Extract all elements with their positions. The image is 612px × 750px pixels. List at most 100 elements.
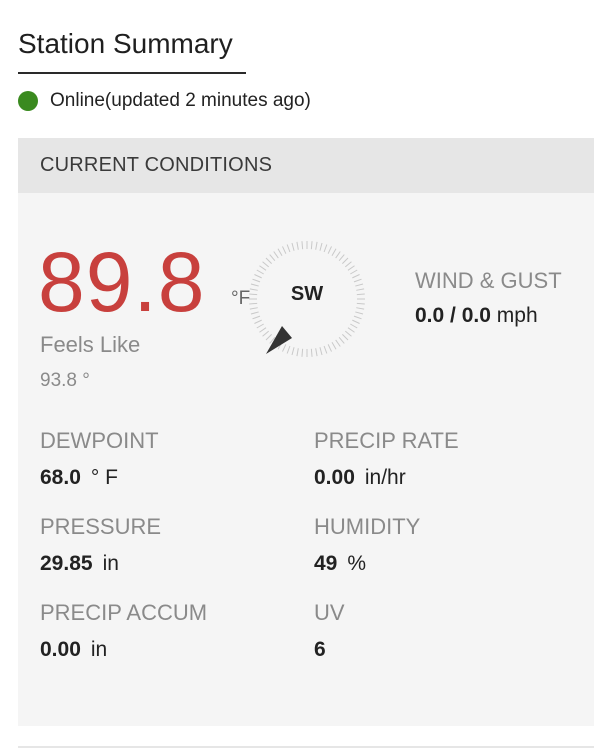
- metric-uv: UV 6: [314, 600, 345, 662]
- compass-tick: [269, 254, 276, 262]
- station-status: Online(updated 2 minutes ago): [18, 90, 311, 112]
- compass-tick: [282, 246, 287, 254]
- metric-label: PRECIP ACCUM: [40, 600, 208, 625]
- compass-tick: [265, 334, 272, 341]
- metric-number: 49: [314, 552, 338, 575]
- metric-unit: %: [347, 552, 367, 575]
- metric-label: HUMIDITY: [314, 514, 421, 539]
- compass-tick: [262, 261, 270, 268]
- feels-like-label: Feels Like: [40, 332, 141, 357]
- compass-tick: [319, 242, 323, 251]
- metric-label: DEWPOINT: [40, 428, 159, 453]
- wind-direction-label: SW: [290, 283, 324, 305]
- temperature-value: 89.8: [38, 235, 206, 329]
- compass-tick: [338, 254, 345, 262]
- compass-tick: [256, 269, 264, 275]
- compass-tick: [342, 257, 349, 264]
- metric-precip-rate: PRECIP RATE 0.00 in/hr: [314, 428, 459, 490]
- page-title: Station Summary: [18, 28, 233, 59]
- compass-tick: [250, 311, 259, 315]
- metric-value: 68.0 ° F: [40, 466, 159, 490]
- wind-separator: /: [444, 304, 462, 327]
- compass-tick: [315, 348, 318, 357]
- compass-tick: [277, 248, 283, 256]
- title-underline: [18, 72, 246, 74]
- wind-gust-value: 0.0 / 0.0 mph: [415, 304, 538, 328]
- compass-tick: [347, 265, 355, 271]
- wind-unit: mph: [496, 304, 538, 327]
- compass-tick: [254, 319, 262, 324]
- compass-tick: [352, 319, 360, 324]
- compass-tick: [350, 323, 358, 329]
- compass-tick: [319, 347, 323, 356]
- metric-dewpoint: DEWPOINT 68.0 ° F: [40, 428, 159, 490]
- compass-tick: [344, 330, 352, 337]
- compass-tick: [331, 248, 337, 256]
- compass-tick: [352, 274, 360, 279]
- metric-precip-accum: PRECIP ACCUM 0.00 in: [40, 600, 207, 662]
- metric-number: 0.00: [40, 638, 81, 661]
- metric-value: 29.85 in: [40, 552, 161, 576]
- compass-tick: [353, 315, 362, 320]
- compass-tick: [338, 336, 345, 344]
- compass-tick: [327, 246, 332, 254]
- compass-tick: [342, 334, 349, 341]
- compass-tick: [256, 323, 264, 329]
- compass-tick: [282, 344, 287, 352]
- feels-like-value: 93.8 °: [40, 370, 90, 391]
- wind-gust-label: WIND & GUST: [415, 268, 562, 293]
- compass-tick: [331, 342, 337, 350]
- card-header: CURRENT CONDITIONS: [18, 138, 594, 193]
- metric-unit: in/hr: [364, 466, 406, 489]
- status-text: Online(updated 2 minutes ago): [50, 90, 311, 111]
- wind-speed: 0.0: [415, 304, 445, 327]
- compass-tick: [323, 244, 328, 253]
- compass-tick: [286, 345, 291, 354]
- metric-value: 0.00 in: [40, 638, 207, 662]
- metric-number: 68.0: [40, 466, 81, 489]
- metric-humidity: HUMIDITY 49%: [314, 514, 420, 576]
- current-conditions-card: CURRENT CONDITIONS 89.8 °F Feels Like 93…: [18, 138, 594, 726]
- metric-label: PRECIP RATE: [314, 428, 459, 453]
- metric-unit: in: [90, 638, 108, 661]
- compass-tick: [296, 348, 299, 357]
- metric-label: PRESSURE: [40, 514, 162, 539]
- compass-tick: [350, 269, 358, 275]
- compass-tick: [262, 330, 270, 337]
- compass-tick: [291, 347, 295, 356]
- compass-tick: [296, 241, 299, 250]
- metric-unit: ° F: [90, 466, 118, 489]
- compass-tick: [335, 339, 341, 347]
- card-header-title: CURRENT CONDITIONS: [40, 154, 273, 176]
- compass-tick: [252, 278, 261, 283]
- compass-tick: [356, 307, 365, 310]
- compass-tick: [259, 265, 267, 271]
- metric-value: 6: [314, 638, 345, 662]
- compass-tick: [310, 348, 313, 357]
- metric-label: UV: [314, 600, 345, 625]
- compass-tick: [301, 241, 304, 250]
- compass-tick: [355, 311, 364, 315]
- metric-pressure: PRESSURE 29.85 in: [40, 514, 161, 576]
- metric-value: 49%: [314, 552, 420, 576]
- metric-number: 6: [314, 638, 326, 661]
- compass-tick: [323, 345, 328, 354]
- compass-tick: [252, 315, 261, 320]
- compass-tick: [249, 307, 258, 310]
- compass-tick: [310, 241, 313, 250]
- compass-tick: [335, 251, 341, 259]
- compass-tick: [259, 327, 267, 333]
- compass-tick: [265, 257, 272, 264]
- compass-tick: [347, 327, 355, 333]
- wind-gust: 0.0: [461, 304, 491, 327]
- metric-number: 0.00: [314, 466, 355, 489]
- metric-number: 29.85: [40, 552, 93, 575]
- compass-tick: [301, 348, 304, 357]
- compass-tick: [286, 244, 291, 253]
- compass-tick: [315, 241, 318, 250]
- status-dot-icon: [18, 91, 38, 111]
- metric-value: 0.00 in/hr: [314, 466, 459, 490]
- compass-tick: [353, 278, 362, 283]
- compass-tick: [273, 251, 279, 259]
- compass-tick: [327, 344, 332, 352]
